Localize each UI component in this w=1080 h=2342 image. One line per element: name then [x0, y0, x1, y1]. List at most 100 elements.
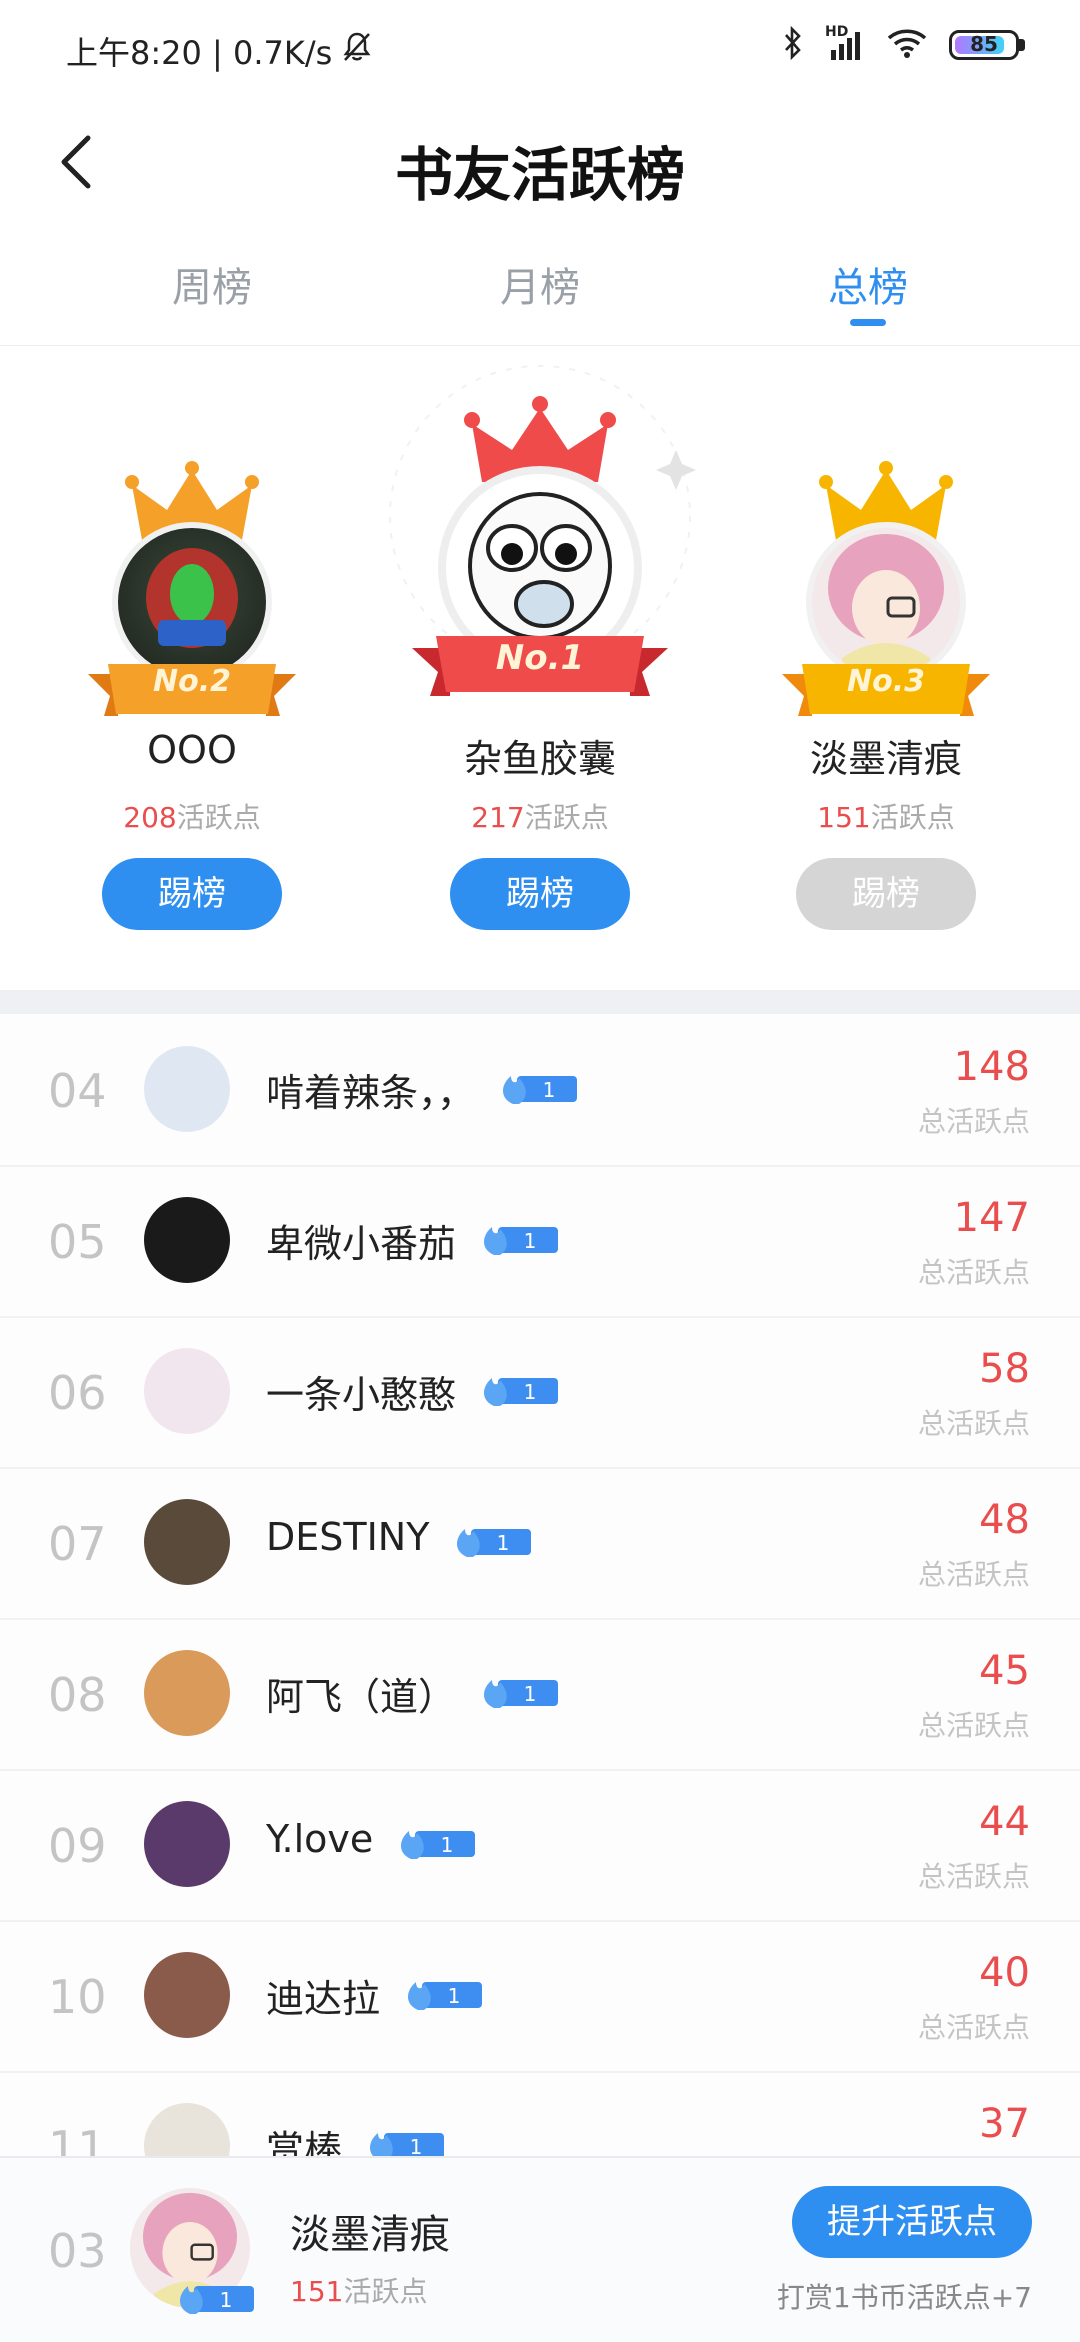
level-number: 1 [524, 1380, 537, 1404]
row-score-label: 总活跃点 [917, 1558, 1030, 1591]
kick-button[interactable]: 踢榜 [796, 858, 976, 930]
user-name: 一条小憨憨 [266, 1373, 457, 1417]
row-score: 37 [979, 2101, 1030, 2147]
tab-bar: 周榜 月榜 总榜 [0, 225, 1080, 347]
level-number: 1 [497, 1531, 510, 1555]
row-score: 58 [979, 1346, 1030, 1392]
kick-button[interactable]: 踢榜 [102, 858, 282, 930]
level-number: 1 [543, 1078, 556, 1102]
rank-list[interactable]: 04 啃着辣条，， 1 148 总活跃点 05 卑微小番茄 1 147 总活跃点 06 一条小憨憨 1 5… [0, 1014, 1080, 2156]
rank-row[interactable]: 09 Y.love 1 44 总活跃点 [0, 1769, 1080, 1922]
rank-row[interactable]: 11赏棒137总活跃点 [0, 2071, 1080, 2156]
bluetooth-icon [783, 25, 803, 64]
status-right: HD 85 [783, 24, 1025, 64]
points-suffix: 活跃点 [176, 801, 261, 834]
points-suffix: 活跃点 [870, 801, 955, 834]
status-left: 上午8:20 | 0.7K/s [66, 28, 372, 74]
rank-number: 07 [48, 1517, 107, 1571]
cell-signal-icon: HD [825, 24, 865, 62]
level-number: 1 [220, 2288, 233, 2312]
podium-points: 208活跃点 [42, 796, 342, 836]
podium-points: 217活跃点 [390, 796, 690, 836]
tab-monthly[interactable]: 月榜 [440, 255, 640, 313]
row-score: 40 [979, 1950, 1030, 1996]
rank-label: No.3 [847, 664, 925, 699]
points-value: 151 [817, 801, 871, 834]
level-number: 1 [441, 1833, 454, 1857]
flame-level-badge: 1 [457, 1529, 531, 1557]
podium-name: 杂鱼胶囊 [463, 737, 616, 781]
podium-name: 淡墨清痕 [809, 737, 962, 781]
row-score: 45 [979, 1648, 1030, 1694]
points-suffix: 活跃点 [343, 2275, 428, 2308]
battery-nub [1019, 39, 1025, 51]
points-suffix: 活跃点 [524, 801, 609, 834]
battery-indicator: 85 [949, 30, 1025, 60]
points-value: 151 [290, 2275, 344, 2308]
rank-row[interactable]: 06 一条小憨憨 1 58 总活跃点 [0, 1316, 1080, 1469]
rank-number: 11 [48, 2121, 107, 2156]
my-rank-number: 03 [48, 2224, 107, 2278]
rank-row[interactable]: 07 DESTINY 1 48 总活跃点 [0, 1467, 1080, 1620]
user-name: 啃着辣条，， [266, 1071, 476, 1115]
flame-level-badge: 1 [484, 1680, 558, 1708]
page-title: 书友活跃榜 [394, 141, 685, 209]
flame-level-badge: 1 [484, 1227, 558, 1255]
row-score: 148 [953, 1044, 1030, 1090]
row-score-label: 总活跃点 [917, 1860, 1030, 1893]
rank-number: 10 [48, 1970, 107, 2024]
status-time: 上午8:20 | 0.7K/s [66, 34, 333, 72]
user-name: Y.love [266, 1817, 374, 1861]
avatar[interactable] [144, 1348, 230, 1434]
avatar[interactable] [144, 1499, 230, 1585]
row-score-label: 总活跃点 [917, 1709, 1030, 1742]
level-number: 1 [524, 1682, 537, 1706]
boost-hint: 打赏1书币活跃点+7 [776, 2281, 1032, 2314]
avatar[interactable] [144, 1952, 230, 2038]
rank-row[interactable]: 04 啃着辣条，， 1 148 总活跃点 [0, 1014, 1080, 1167]
flame-level-badge: 1 [408, 1982, 482, 2010]
flame-level-badge: 1 [503, 1076, 577, 1104]
rank-row[interactable]: 05 卑微小番茄 1 147 总活跃点 [0, 1165, 1080, 1318]
avatar[interactable] [144, 1801, 230, 1887]
row-score-label: 总活跃点 [917, 1105, 1030, 1138]
points-value: 208 [123, 801, 177, 834]
avatar[interactable] [144, 1197, 230, 1283]
row-score-label: 总活跃点 [917, 1256, 1030, 1289]
avatar[interactable] [144, 1046, 230, 1132]
rank-row[interactable]: 10 迪达拉 1 40 总活跃点 [0, 1920, 1080, 2073]
avatar[interactable] [144, 1650, 230, 1736]
row-score: 44 [979, 1799, 1030, 1845]
avatar[interactable] [144, 2103, 230, 2156]
rank-number: 04 [48, 1064, 107, 1118]
battery-level: 85 [970, 32, 998, 56]
row-score: 48 [979, 1497, 1030, 1543]
rank-number: 08 [48, 1668, 107, 1722]
section-divider [0, 990, 1080, 1014]
boost-activity-button[interactable]: 提升活跃点 [792, 2186, 1032, 2258]
row-score-label: 总活跃点 [917, 2011, 1030, 2044]
row-score: 147 [953, 1195, 1030, 1241]
podium-name: OOO [147, 728, 237, 772]
my-name: 淡墨清痕 [290, 2212, 450, 2258]
flame-level-badge: 1 [401, 1831, 475, 1859]
kick-button[interactable]: 踢榜 [450, 858, 630, 930]
rank-label: No.1 [495, 638, 585, 678]
tab-indicator [850, 319, 886, 326]
wifi-icon [887, 27, 927, 63]
rank-number: 05 [48, 1215, 107, 1269]
user-name: 阿飞（道） [266, 1675, 457, 1719]
flame-level-badge: 1 [484, 1378, 558, 1406]
mute-bell-icon [342, 31, 372, 71]
level-number: 1 [524, 1229, 537, 1253]
level-number: 1 [410, 2135, 423, 2156]
flame-level-badge: 1 [370, 2133, 444, 2156]
rank-row[interactable]: 08 阿飞（道） 1 45 总活跃点 [0, 1618, 1080, 1771]
tab-total[interactable]: 总榜 [768, 255, 968, 313]
points-value: 217 [471, 801, 525, 834]
rank-number: 09 [48, 1819, 107, 1873]
my-points: 151活跃点 [290, 2270, 427, 2310]
level-number: 1 [448, 1984, 461, 2008]
tab-weekly[interactable]: 周榜 [112, 255, 312, 313]
user-name: 赏棒 [266, 2128, 343, 2156]
